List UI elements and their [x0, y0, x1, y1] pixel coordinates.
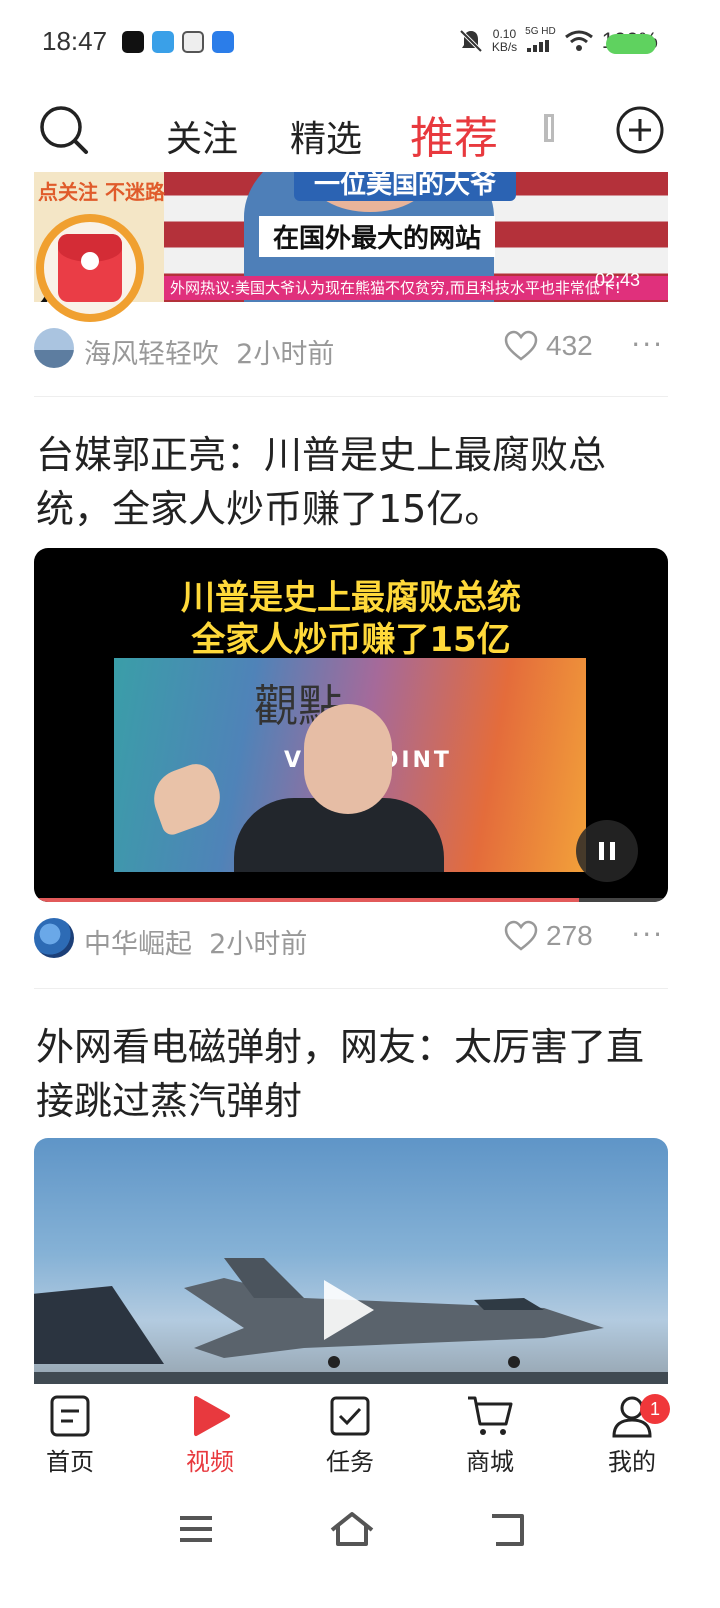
status-bar: 18:47 0.10 KB/s 5G HD 100%	[0, 0, 720, 86]
nav-profile[interactable]: 我的 1	[582, 1394, 682, 1484]
video-player[interactable]: 川普是史上最腐败总统 全家人炒币赚了15亿 觀點 VIEWPOINT	[34, 548, 668, 902]
cart-icon	[468, 1396, 513, 1435]
feed: 点关注 不迷路 熊猫 一位美国的大爷 在国外最大的网站 外网热议:美国大爷认为现…	[0, 172, 720, 1384]
network-speed: 0.10 KB/s	[491, 27, 518, 54]
divider	[34, 988, 668, 989]
red-envelope-icon	[58, 234, 122, 302]
status-notification-icons	[122, 31, 234, 53]
thumbnail-ticker: 外网热议:美国大爷认为现在熊猫不仅贫穷,而且科技水平也非常低下!	[164, 276, 668, 300]
thumbnail-corner-text: 点关注 不迷路	[38, 180, 165, 204]
post-title[interactable]: 台媒郭正亮：川普是史上最腐败总统，全家人炒币赚了15亿。	[36, 428, 666, 536]
video-thumbnail[interactable]	[34, 1138, 668, 1384]
like-button[interactable]: 278	[504, 920, 593, 952]
signal-icon	[527, 40, 550, 52]
post-title[interactable]: 外网看电磁弹射，网友：太厉害了直接跳过蒸汽弹射	[36, 1020, 666, 1128]
red-envelope-button[interactable]	[36, 214, 144, 322]
home-outline-icon[interactable]	[322, 1504, 382, 1554]
app-icon	[182, 31, 204, 53]
jet-image	[184, 1258, 604, 1368]
menu-icon[interactable]	[166, 1504, 226, 1554]
nav-tasks[interactable]: 任务	[300, 1394, 400, 1484]
video-frame: 觀點 VIEWPOINT	[114, 658, 586, 872]
tab-recommend[interactable]: 推荐	[410, 102, 498, 166]
heart-icon	[504, 330, 538, 361]
tab-follow[interactable]: 关注	[166, 110, 238, 162]
more-icon[interactable]: ···	[631, 918, 664, 951]
search-icon[interactable]	[38, 104, 90, 156]
video-duration: 02:43	[594, 270, 640, 290]
nav-mall[interactable]: 商城	[440, 1394, 540, 1484]
app-icon	[212, 31, 234, 53]
pause-icon	[599, 842, 604, 860]
pause-button[interactable]	[576, 820, 638, 882]
like-count: 278	[546, 920, 593, 951]
plus-circle-icon[interactable]	[614, 104, 666, 156]
divider	[34, 396, 668, 397]
thumbnail-caption: 在国外最大的网站	[259, 216, 496, 257]
like-count: 432	[546, 330, 593, 361]
back-icon[interactable]	[478, 1504, 538, 1554]
battery-icon	[606, 34, 656, 54]
tiktok-icon	[122, 31, 144, 53]
video-play-icon	[194, 1396, 230, 1436]
telegram-icon	[152, 31, 174, 53]
tab-next-partial[interactable]	[544, 114, 556, 146]
mute-bell-icon	[459, 29, 483, 53]
author-name[interactable]: 中华崛起 2小时前	[84, 922, 307, 961]
top-tab-bar: 关注 精选 推荐	[0, 96, 720, 166]
notification-badge: 1	[640, 1394, 670, 1424]
wifi-icon	[564, 30, 593, 51]
nav-home[interactable]: 首页	[20, 1394, 120, 1484]
system-nav-bar	[0, 1484, 720, 1608]
more-icon[interactable]: ···	[631, 328, 664, 361]
video-progress-bar[interactable]	[34, 898, 668, 902]
heart-icon	[504, 920, 538, 951]
task-check-icon	[330, 1396, 370, 1436]
status-time: 18:47	[42, 26, 108, 56]
tab-featured[interactable]: 精选	[290, 110, 362, 162]
play-icon[interactable]	[324, 1280, 374, 1340]
cell-signal: 5G HD	[525, 26, 556, 56]
video-caption: 全家人炒币赚了15亿	[191, 620, 511, 660]
thumbnail-caption: 一位美国的大爷	[294, 172, 517, 201]
post-meta: 中华崛起 2小时前 278 ···	[34, 918, 668, 961]
video-progress-fill	[34, 898, 580, 902]
like-button[interactable]: 432	[504, 330, 593, 362]
home-icon	[50, 1395, 90, 1437]
bottom-nav: 首页 视频 任务 商城 我的 1	[0, 1384, 720, 1484]
avatar[interactable]	[34, 328, 74, 368]
author-name[interactable]: 海风轻轻吹 2小时前	[84, 332, 334, 371]
avatar[interactable]	[34, 918, 74, 958]
post-meta: 海风轻轻吹 2小时前 432 ···	[34, 328, 668, 371]
nav-video[interactable]: 视频	[160, 1394, 260, 1484]
